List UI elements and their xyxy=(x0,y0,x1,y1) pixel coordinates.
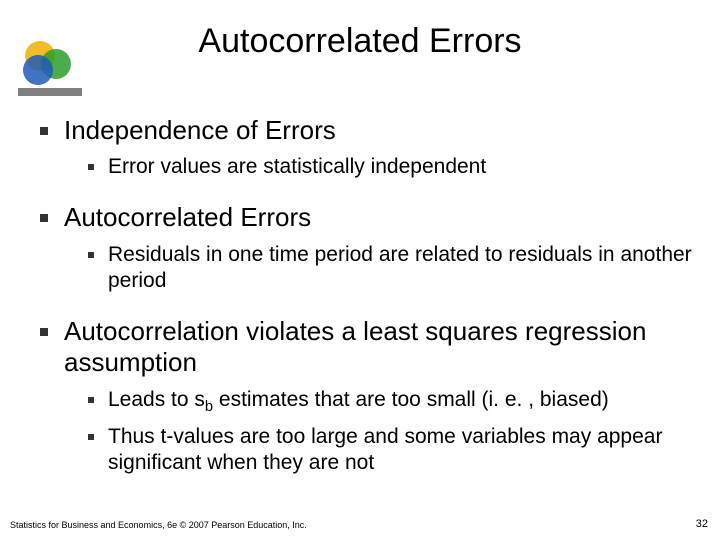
square-bullet-icon xyxy=(40,328,48,336)
subbullet-biased-estimates: Leads to sb estimates that are too small… xyxy=(88,387,692,417)
subbullet-tvalues-large: Thus t-values are too large and some var… xyxy=(88,424,692,477)
bullet-autocorrelated: Autocorrelated Errors xyxy=(40,202,692,233)
bullet-text: Autocorrelation violates a least squares… xyxy=(64,316,692,378)
text-pre: Leads to s xyxy=(108,388,205,411)
square-bullet-icon xyxy=(40,127,48,135)
square-bullet-icon xyxy=(88,252,94,258)
page-number: 32 xyxy=(696,518,708,530)
bullet-text: Independence of Errors xyxy=(64,115,336,146)
bullet-text: Error values are statistically independe… xyxy=(108,154,486,180)
bullet-independence: Independence of Errors xyxy=(40,115,692,146)
subbullet-residuals-related: Residuals in one time period are related… xyxy=(88,242,692,295)
subscript-b: b xyxy=(205,399,213,415)
bullet-text: Autocorrelated Errors xyxy=(64,202,311,233)
square-bullet-icon xyxy=(88,434,94,440)
subbullet-independent-values: Error values are statistically independe… xyxy=(88,154,692,180)
square-bullet-icon xyxy=(88,164,94,170)
bullet-text: Thus t-values are too large and some var… xyxy=(108,424,692,477)
bullet-violates-assumption: Autocorrelation violates a least squares… xyxy=(40,316,692,378)
square-bullet-icon xyxy=(88,397,94,403)
footer-copyright: Statistics for Business and Economics, 6… xyxy=(10,520,307,530)
bullet-text: Leads to sb estimates that are too small… xyxy=(108,387,609,417)
bullet-text: Residuals in one time period are related… xyxy=(108,242,692,295)
slide-content: Independence of Errors Error values are … xyxy=(40,115,692,485)
text-post: estimates that are too small (i. e. , bi… xyxy=(213,388,609,411)
square-bullet-icon xyxy=(40,214,48,222)
slide-title: Autocorrelated Errors xyxy=(0,22,720,61)
